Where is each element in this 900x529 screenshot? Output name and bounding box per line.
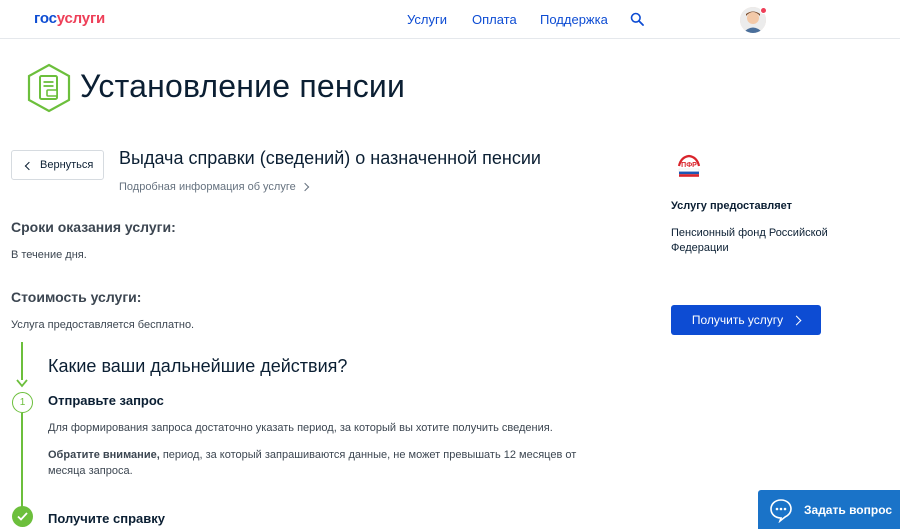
arrow-down-icon — [16, 379, 28, 388]
service-title: Выдача справки (сведений) о назначенной … — [119, 148, 541, 168]
gosuslugi-logo[interactable]: госуслуги — [34, 10, 105, 27]
step-connector-top — [21, 342, 23, 380]
service-info-link-label: Подробная информация об услуге — [119, 181, 296, 193]
chevron-left-icon — [24, 161, 34, 170]
step-1-text: Для формирования запроса достаточно указ… — [48, 422, 553, 434]
top-header: госуслуги Услуги Оплата Поддержка — [0, 0, 900, 39]
ask-question-button[interactable]: Задать вопрос — [758, 490, 900, 529]
search-icon[interactable] — [630, 12, 644, 26]
support-chat-icon — [770, 498, 792, 523]
logo-part-gos: гос — [34, 10, 57, 27]
service-info-link[interactable]: Подробная информация об услуге — [119, 181, 309, 193]
back-button[interactable]: Вернуться — [11, 150, 104, 180]
pension-document-icon — [27, 63, 71, 113]
svg-text:ПФР: ПФР — [681, 162, 697, 169]
logo-part-uslugi: услуги — [56, 10, 106, 27]
pfr-logo-icon: ПФР — [677, 154, 701, 177]
chevron-right-icon — [300, 182, 309, 192]
terms-heading: Сроки оказания услуги: — [11, 219, 176, 235]
notification-dot — [760, 7, 767, 14]
provider-name: Пенсионный фонд Российской Федерации — [671, 227, 828, 254]
terms-text: В течение дня. — [11, 249, 87, 261]
provider-heading: Услугу предоставляет — [671, 200, 793, 212]
nav-support[interactable]: Поддержка — [540, 12, 608, 27]
get-service-button-label: Получить услугу — [691, 313, 784, 327]
cost-text: Услуга предоставляется бесплатно. — [11, 319, 195, 331]
step-1-note-bold: Обратите внимание, — [48, 449, 160, 461]
get-service-button[interactable]: Получить услугу — [671, 305, 821, 335]
step-1-badge: 1 — [12, 392, 33, 413]
chevron-right-icon — [791, 315, 802, 325]
ask-question-label: Задать вопрос — [804, 502, 893, 517]
next-actions-heading: Какие ваши дальнейшие действия? — [48, 356, 348, 376]
page-title: Установление пенсии — [80, 68, 406, 104]
step-2-title: Получите справку — [48, 511, 166, 526]
step-1-note: Обратите внимание, период, за который за… — [48, 447, 578, 479]
cost-heading: Стоимость услуги: — [11, 289, 142, 305]
back-button-label: Вернуться — [40, 159, 94, 171]
nav-payment[interactable]: Оплата — [472, 12, 517, 27]
step-1-title: Отправьте запрос — [48, 393, 164, 408]
step-2-badge — [12, 506, 33, 527]
checkmark-icon — [17, 512, 28, 521]
step-connector-middle — [21, 413, 23, 508]
nav-services[interactable]: Услуги — [407, 12, 447, 27]
